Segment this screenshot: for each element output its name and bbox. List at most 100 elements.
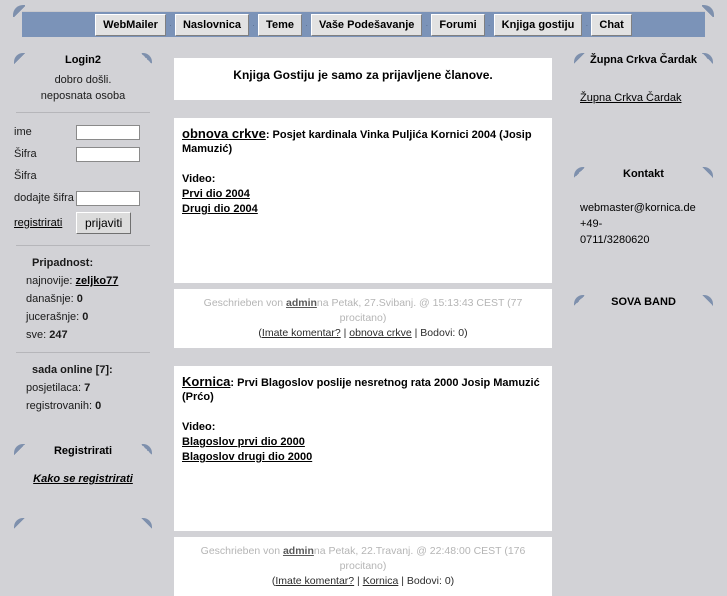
corner-top-left-icon [14,444,25,455]
corner-top-left-icon [574,295,585,306]
nav-separator: · [252,19,256,30]
login-form: ime Šifra Šifra dodajte šifra registrira… [14,121,152,237]
post-comment-link[interactable]: Imate komentar? [275,575,354,587]
login-input-cell-sifra [76,143,152,165]
register-block-title: Registrirati [53,445,113,457]
post-footer-actions: (Imate komentar? | Kornica | Bodovi: 0) [180,574,546,589]
username-input[interactable] [76,124,140,140]
login-block: Login2 dobro došli. neposnata osoba ime … [0,48,166,421]
corner-top-left-icon [574,167,585,178]
post-video-link-2[interactable]: Blagoslov drugi dio 2000 [182,450,544,465]
login-submit-button[interactable]: prijaviti [76,212,132,234]
nav-item-forumi[interactable]: Forumi [431,13,485,36]
register-block-body: Kako se registrirati [8,471,158,507]
register-block-header: Registrirati [8,439,158,463]
membership-label-newest: najnovije: [26,275,73,287]
sovaband-block-header: SOVA BAND [568,290,719,314]
login-label-ime: ime [14,126,32,138]
post-video-link-1[interactable]: Prvi dio 2004 [182,187,544,202]
corner-top-right-icon [141,518,152,529]
membership-label-total: sve: [26,329,47,341]
nav-item-naslovnica[interactable]: Naslovnica [174,13,250,36]
login-action-row: registrirati prijaviti [14,209,152,237]
login-empty-cell [76,165,152,187]
post-title: obnova crkve: Posjet kardinala Vinka Pul… [182,127,544,156]
post-footer-date: na Petak, 22.Travanj. @ 22:48:00 CEST (1… [313,545,526,572]
post-score: Bodovi: 0) [420,327,468,339]
guestbook-notice: Knjiga Gostiju je samo za prijavljene čl… [174,58,552,100]
login-label-dodajte-sifra: dodajte šifra [14,192,74,204]
nav-item-knjiga-gostiju[interactable]: Knjiga gostiju [493,13,583,36]
nav-item-vase-podesavanje[interactable]: Vaše Podešavanje [310,13,423,36]
membership-label-today: današnje: [26,293,74,305]
post-author-link[interactable]: admin [286,297,317,309]
contact-block-header: Kontakt [568,162,719,186]
post-body: Video: Blagoslov prvi dio 2000 Blagoslov… [182,420,544,465]
post-footer-date: na Petak, 27.Svibanj. @ 15:13:43 CEST (7… [316,297,523,324]
next-block-partial [0,513,166,537]
next-block-header [8,513,158,537]
post-topic-link[interactable]: obnova crkve [349,327,411,339]
post-footer-meta: Geschrieben von adminna Petak, 22.Travan… [180,544,546,574]
login-welcome-line-2: neposnata osoba [40,90,126,102]
how-to-register-link[interactable]: Kako se registrirati [14,471,152,487]
online-row-visitors: posjetilaca: 7 [14,379,152,397]
divider [16,245,150,246]
register-link-cell: registrirati [14,209,76,237]
post-title: Kornica: Prvi Blagoslov poslije nesretno… [182,375,544,404]
nav-separator: · [585,19,589,30]
password-input[interactable] [76,146,140,162]
post-video-link-1[interactable]: Blagoslov prvi dio 2000 [182,435,544,450]
membership-value-yesterday: 0 [82,311,89,323]
post-footer: Geschrieben von adminna Petak, 22.Travan… [174,537,552,596]
post-title-link[interactable]: Kornica [182,374,230,389]
online-heading: sada online [7]: [32,364,113,376]
membership-value-newest[interactable]: zeljko77 [76,275,119,287]
corner-top-left-icon [574,53,585,64]
register-block: Registrirati Kako se registrirati [0,439,166,507]
login-block-body: dobro došli. neposnata osoba ime Šifra Š… [8,72,158,421]
login-label-sifra: Šifra [14,148,37,160]
login-block-title: Login2 [64,54,102,66]
main-content: Knjiga Gostiju je samo za prijavljene čl… [166,48,560,596]
left-sidebar: Login2 dobro došli. neposnata osoba ime … [0,48,166,543]
online-value-visitors: 7 [84,382,91,394]
contact-block-body: webmaster@kornica.de +49- 0711/3280620 [568,186,719,254]
nav-separator: · [168,19,172,30]
post-footer-sep-2: | [398,575,407,587]
online-label-registered: registrovanih: [26,400,93,412]
church-block-title: Župna Crkva Čardak [590,54,697,66]
post-video-link-2[interactable]: Drugi dio 2004 [182,202,544,217]
church-link[interactable]: Župna Crkva Čardak [580,90,709,106]
post-footer-sep-1: | [340,327,350,339]
membership-row-today: današnje: 0 [14,290,152,308]
contact-block-title: Kontakt [623,168,664,180]
page-columns: Login2 dobro došli. neposnata osoba ime … [0,48,727,596]
membership-heading: Pripadnost: [32,257,94,269]
post-article: Kornica: Prvi Blagoslov poslije nesretno… [174,366,552,531]
corner-top-left-icon [14,518,25,529]
register-link[interactable]: registrirati [14,217,62,229]
sovaband-block-title: SOVA BAND [611,296,676,308]
nav-item-teme[interactable]: Teme [258,13,302,36]
post-title-link[interactable]: obnova crkve [182,126,266,141]
post-comment-link[interactable]: Imate komentar? [262,327,341,339]
post-footer-sep-2: | [411,327,421,339]
login-block-header: Login2 [8,48,158,72]
security-code-input[interactable] [76,190,140,206]
post-topic-link[interactable]: Kornica [363,575,399,587]
nav-item-chat[interactable]: Chat [591,13,632,36]
membership-label-yesterday: jucerašnje: [26,311,80,323]
post-author-link[interactable]: admin [283,545,314,557]
login-label-sifra-2: Šifra [14,170,37,182]
church-block-header: Župna Crkva Čardak [568,48,719,72]
online-value-registered: 0 [95,400,102,412]
nav-item-webmailer[interactable]: WebMailer [95,13,166,36]
post-body: Video: Prvi dio 2004 Drugi dio 2004 [182,172,544,217]
login-input-cell-dodajte-sifra [76,187,152,209]
church-block: Župna Crkva Čardak Župna Crkva Čardak [560,48,727,112]
